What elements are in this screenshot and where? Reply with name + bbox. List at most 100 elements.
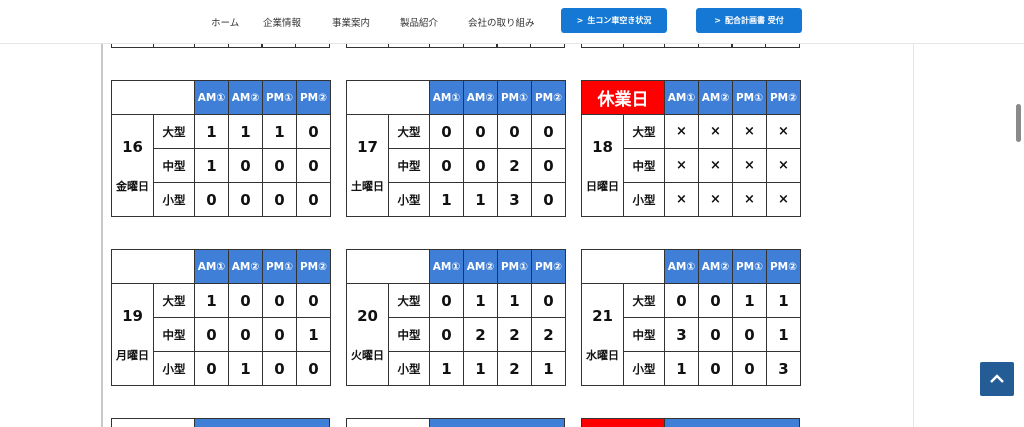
availability-value: × [766,114,801,149]
slot-header: AM① [194,80,229,115]
availability-value: × [698,148,733,183]
availability-value: 1 [531,351,566,386]
scrollbar-thumb[interactable] [1016,104,1021,142]
table-corner [346,249,430,284]
table-row: 18 日曜日 大型 × × × × [581,114,801,217]
table-row: 20 火曜日 大型 0 1 1 0 [346,283,566,386]
availability-value: × [732,148,767,183]
slot-header: AM② [698,80,733,115]
day-table-20: AM① AM② PM① PM② 20 火曜日 大型 0 1 1 0 中型 0 2 2 2 小型 1 1 2 1 [346,249,566,386]
availability-value: 1 [732,283,767,318]
slot-header: PM② [766,249,801,284]
availability-value: 0 [732,351,767,386]
weekday-label: 土曜日 [351,179,384,193]
weekday-label: 水曜日 [586,348,619,362]
slot-header: AM① [429,249,464,284]
availability-value: 0 [296,148,331,183]
back-to-top-button[interactable] [980,362,1014,396]
weekday-label: 日曜日 [586,179,619,193]
day-table-21: AM① AM② PM① PM② 21 水曜日 大型 0 0 1 1 中型 3 0 0 1 小型 1 0 0 3 [581,249,801,386]
availability-value: 0 [296,283,331,318]
availability-value: 0 [194,182,229,217]
availability-value: 1 [766,283,801,318]
truck-size-label: 中型 [388,317,430,352]
availability-value: 1 [463,283,498,318]
availability-value: 0 [698,351,733,386]
day-table-19: AM① AM② PM① PM② 19 月曜日 大型 1 0 0 0 中型 0 0 0 1 小型 0 1 0 0 [111,249,331,386]
availability-value: 1 [429,182,464,217]
table-row: 19 月曜日 大型 1 0 0 0 [111,283,331,386]
slot-header: AM② [228,80,263,115]
day-number: 16 [122,137,143,156]
availability-value: 1 [463,351,498,386]
availability-value: 0 [262,148,297,183]
availability-value: 0 [262,351,297,386]
nav-products[interactable]: 製品紹介 [400,15,438,29]
table-corner [581,249,665,284]
availability-value: 3 [664,317,699,352]
truck-size-label: 大型 [623,283,665,318]
availability-value: 1 [194,114,229,149]
truck-size-label: 中型 [153,148,195,183]
availability-value: 0 [429,283,464,318]
slot-header: PM② [531,80,566,115]
day-cell: 19 月曜日 [111,283,154,386]
truck-size-label: 小型 [388,351,430,386]
day-cell: 21 水曜日 [581,283,624,386]
availability-value: 2 [497,148,532,183]
availability-value: 0 [194,317,229,352]
availability-value: 0 [262,283,297,318]
table-row: 17 土曜日 大型 0 0 0 0 [346,114,566,217]
truck-size-label: 小型 [623,182,665,217]
table-row: 21 水曜日 大型 0 0 1 1 [581,283,801,386]
truck-size-label: 大型 [388,114,430,149]
slot-header: AM② [698,249,733,284]
availability-value: × [664,148,699,183]
availability-value: 0 [262,317,297,352]
availability-value: 0 [698,283,733,318]
table-corner [346,80,430,115]
truck-availability-button[interactable]: > 生コン車空き状況 [561,8,667,33]
availability-value: 0 [732,317,767,352]
availability-value: 0 [531,148,566,183]
availability-value: 1 [194,283,229,318]
availability-value: 0 [698,317,733,352]
availability-value: 1 [228,351,263,386]
availability-value: × [698,182,733,217]
truck-size-label: 小型 [623,351,665,386]
availability-value: 2 [497,317,532,352]
slot-header: AM② [463,249,498,284]
day-cell: 18 日曜日 [581,114,624,217]
nav-home[interactable]: ホーム [211,15,239,29]
availability-value: 0 [228,283,263,318]
availability-value: 1 [296,317,331,352]
day-table-16: AM① AM② PM① PM② 16 金曜日 大型 1 1 1 0 中型 1 0 0 0 小型 0 0 0 0 [111,80,331,217]
slot-header: AM① [194,249,229,284]
availability-value: 0 [228,148,263,183]
availability-value: 0 [262,182,297,217]
availability-value: 1 [766,317,801,352]
availability-value: 1 [194,148,229,183]
truck-size-label: 中型 [388,148,430,183]
availability-value: 1 [497,283,532,318]
availability-value: 3 [497,182,532,217]
availability-value: 0 [463,148,498,183]
slot-header: PM① [732,80,767,115]
nav-company[interactable]: 企業情報 [263,15,301,29]
nav-initiatives[interactable]: 会社の取り組み [468,15,535,29]
availability-value: 1 [262,114,297,149]
availability-value: 0 [194,351,229,386]
slot-header: PM① [262,80,297,115]
availability-value: 3 [766,351,801,386]
availability-value: 0 [228,182,263,217]
day-cell: 20 火曜日 [346,283,389,386]
availability-value: 0 [497,114,532,149]
holiday-label: 休業日 [581,80,665,115]
availability-value: × [664,114,699,149]
chevron-right-icon: > [576,16,584,25]
availability-value: 0 [531,114,566,149]
nav-business[interactable]: 事業案内 [332,15,370,29]
mix-plan-button[interactable]: > 配合計画書 受付 [696,8,802,33]
availability-value: 0 [531,283,566,318]
availability-value: 1 [228,114,263,149]
